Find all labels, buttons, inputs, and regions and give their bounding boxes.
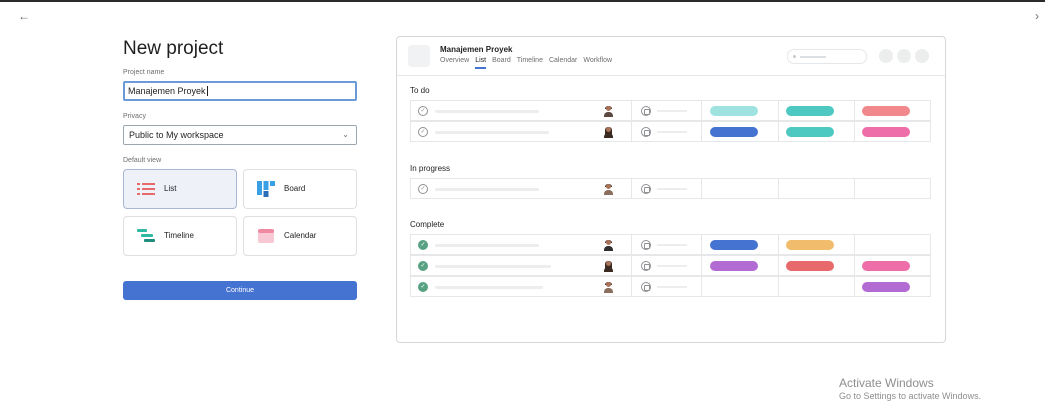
tab-list: List bbox=[475, 57, 487, 64]
forward-arrow-icon[interactable]: › bbox=[1035, 9, 1039, 23]
calendar-icon bbox=[641, 127, 651, 137]
tag-pill bbox=[862, 106, 910, 116]
task-row: ✓ bbox=[410, 276, 931, 297]
tag-pill bbox=[710, 106, 758, 116]
header-placeholder-dot bbox=[897, 49, 911, 63]
tab-calendar: Calendar bbox=[548, 57, 578, 64]
tag-pill bbox=[710, 127, 758, 137]
tag-pill bbox=[862, 261, 910, 271]
calendar-icon bbox=[641, 106, 651, 116]
view-option-list-label: List bbox=[164, 184, 177, 193]
calendar-icon bbox=[258, 229, 274, 243]
view-option-calendar-label: Calendar bbox=[284, 231, 317, 240]
avatar bbox=[604, 106, 613, 117]
avatar bbox=[604, 240, 613, 251]
project-thumbnail bbox=[408, 45, 430, 67]
task-name-placeholder bbox=[435, 286, 543, 289]
new-project-form: New project Project name Manajemen Proye… bbox=[123, 38, 358, 300]
tab-workflow: Workflow bbox=[583, 57, 613, 64]
continue-button[interactable]: Continue bbox=[123, 281, 357, 300]
header-placeholder-dot bbox=[915, 49, 929, 63]
search-placeholder bbox=[787, 49, 867, 64]
task-row: ✓ bbox=[410, 255, 931, 276]
calendar-icon bbox=[641, 261, 651, 271]
check-circle-icon: ✓ bbox=[418, 282, 428, 292]
tag-pill bbox=[786, 127, 834, 137]
header-placeholder-dot bbox=[879, 49, 893, 63]
view-option-timeline-label: Timeline bbox=[164, 231, 194, 240]
privacy-label: Privacy bbox=[123, 113, 146, 120]
project-name-value: Manajemen Proyek bbox=[128, 86, 206, 96]
page-title: New project bbox=[123, 38, 224, 59]
tab-board: Board bbox=[492, 57, 511, 64]
avatar bbox=[604, 184, 613, 195]
tag-pill bbox=[710, 261, 758, 271]
timeline-icon bbox=[137, 229, 155, 242]
project-name-label: Project name bbox=[123, 69, 165, 76]
view-option-board[interactable]: Board bbox=[243, 169, 357, 209]
task-row: ✓ bbox=[410, 234, 931, 255]
task-name-placeholder bbox=[435, 265, 551, 268]
view-option-board-label: Board bbox=[284, 184, 306, 193]
task-name-placeholder bbox=[435, 188, 539, 191]
section-complete: Complete bbox=[410, 220, 445, 229]
check-circle-icon: ✓ bbox=[418, 106, 428, 116]
preview-project-name: Manajemen Proyek bbox=[440, 45, 513, 54]
section-todo: To do bbox=[410, 86, 430, 95]
privacy-value: Public to My workspace bbox=[129, 130, 224, 140]
task-name-placeholder bbox=[435, 244, 539, 247]
privacy-select[interactable]: Public to My workspace ⌄ bbox=[123, 125, 357, 145]
preview-tabs: Overview List Board Timeline Calendar Workflo… bbox=[440, 57, 618, 64]
project-preview: Manajemen Proyek Overview List Board Timeli… bbox=[396, 36, 946, 343]
check-circle-icon: ✓ bbox=[418, 127, 428, 137]
list-icon bbox=[137, 183, 155, 195]
calendar-icon bbox=[641, 282, 651, 292]
view-option-list[interactable]: List bbox=[123, 169, 237, 209]
project-name-input[interactable]: Manajemen Proyek bbox=[123, 81, 357, 101]
tab-timeline: Timeline bbox=[516, 57, 543, 64]
task-name-placeholder bbox=[435, 131, 549, 134]
task-row: ✓ bbox=[410, 121, 931, 142]
check-circle-icon: ✓ bbox=[418, 261, 428, 271]
avatar bbox=[604, 261, 613, 272]
task-row: ✓ bbox=[410, 178, 931, 199]
task-name-placeholder bbox=[435, 110, 539, 113]
activate-windows-subtitle: Go to Settings to activate Windows. bbox=[839, 391, 982, 401]
board-icon bbox=[257, 181, 275, 197]
calendar-icon bbox=[641, 184, 651, 194]
tag-pill bbox=[786, 106, 834, 116]
activate-windows-title: Activate Windows bbox=[839, 376, 934, 390]
text-caret bbox=[206, 86, 208, 96]
avatar bbox=[604, 127, 613, 138]
preview-header: Manajemen Proyek Overview List Board Timeli… bbox=[397, 37, 945, 76]
check-circle-icon: ✓ bbox=[418, 240, 428, 250]
back-arrow-icon[interactable]: ← bbox=[18, 9, 30, 23]
tag-pill bbox=[786, 240, 834, 250]
tag-pill bbox=[710, 240, 758, 250]
calendar-icon bbox=[641, 240, 651, 250]
top-border bbox=[0, 0, 1045, 2]
view-option-timeline[interactable]: Timeline bbox=[123, 216, 237, 256]
task-row: ✓ bbox=[410, 100, 931, 121]
tag-pill bbox=[862, 282, 910, 292]
tag-pill bbox=[862, 127, 910, 137]
tag-pill bbox=[786, 261, 834, 271]
default-view-label: Default view bbox=[123, 157, 162, 164]
tab-overview: Overview bbox=[440, 57, 470, 64]
view-option-calendar[interactable]: Calendar bbox=[243, 216, 357, 256]
check-circle-icon: ✓ bbox=[418, 184, 428, 194]
chevron-down-icon: ⌄ bbox=[342, 130, 349, 139]
avatar bbox=[604, 282, 613, 293]
section-in-progress: In progress bbox=[410, 164, 451, 173]
